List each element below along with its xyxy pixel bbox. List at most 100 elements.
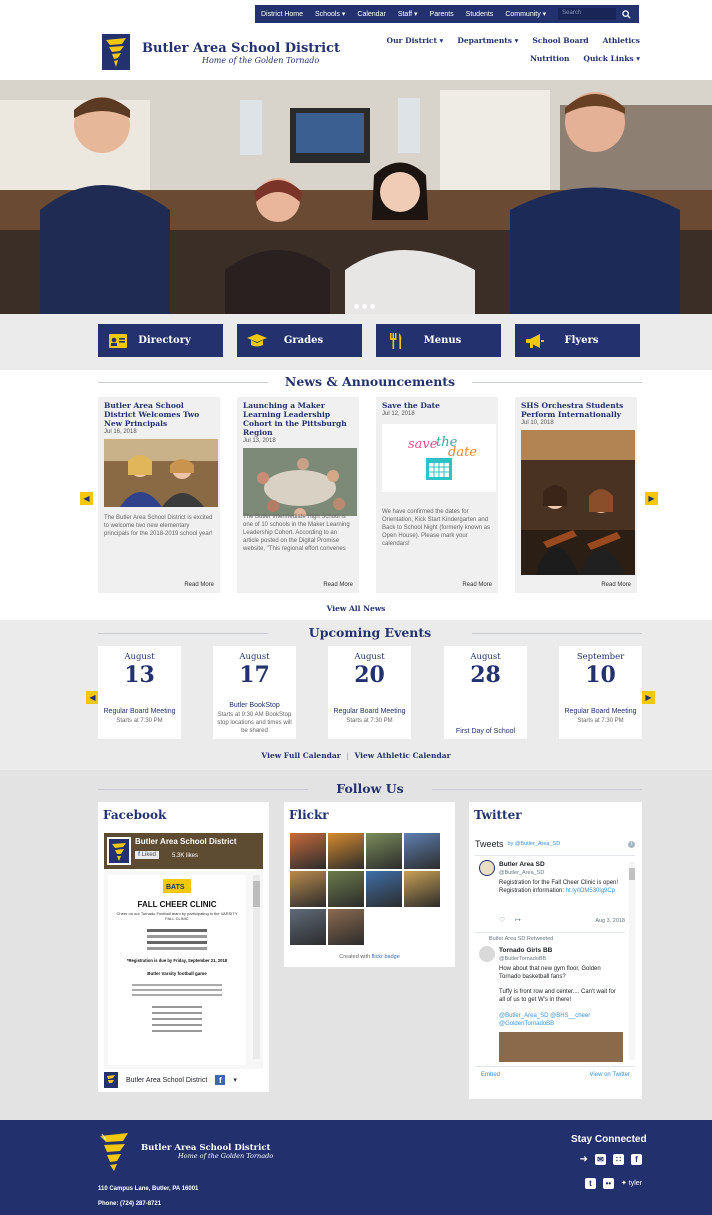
event-card[interactable]: August 17 Butler BookStop Starts at 9:30… <box>213 646 296 739</box>
facebook-scrollbar[interactable] <box>253 875 260 1059</box>
tweet-date[interactable]: Aug 3, 2018 <box>595 918 625 924</box>
footer-phone-number[interactable]: (724) 287-8721 <box>120 1201 161 1207</box>
carousel-dot-1[interactable] <box>354 304 359 309</box>
view-athletic-calendar-link[interactable]: View Athletic Calendar <box>355 751 451 760</box>
read-more-link[interactable]: Read More <box>184 582 214 588</box>
flickr-thumbnail[interactable] <box>290 833 326 869</box>
flickr-badge-link[interactable]: flickr badge <box>372 954 400 960</box>
utility-link-calendar[interactable]: Calendar <box>351 11 391 18</box>
heart-icon[interactable]: ♡ <box>499 916 505 924</box>
search-input[interactable]: Search <box>558 8 617 20</box>
utility-link-parents[interactable]: Parents <box>424 11 460 18</box>
utility-link-district-home[interactable]: District Home <box>255 11 309 18</box>
flickr-thumbnail[interactable] <box>366 871 402 907</box>
nav-quick-links[interactable]: Quick Links ▾ <box>583 54 640 63</box>
flickr-thumbnail[interactable] <box>404 871 440 907</box>
flickr-thumbnail[interactable] <box>366 833 402 869</box>
flickr-thumbnail[interactable] <box>328 833 364 869</box>
facebook-icon[interactable]: f <box>631 1154 642 1165</box>
news-next-button[interactable]: ▶ <box>645 492 658 505</box>
facebook-icon[interactable]: f <box>215 1075 226 1085</box>
twitter-scrollbar[interactable] <box>629 862 635 1060</box>
scrollbar-thumb[interactable] <box>629 868 635 880</box>
tweet[interactable]: Butler Area SD @Butler_Area_SD Registrat… <box>475 858 625 930</box>
news-title[interactable]: SHS Orchestra Students Perform Internati… <box>515 397 637 419</box>
view-full-calendar-link[interactable]: View Full Calendar <box>261 751 340 760</box>
tweet[interactable]: Butler Area SD Retweeted Tornado Girls B… <box>475 936 625 1066</box>
sign-in-icon[interactable]: ➜ <box>580 1154 588 1165</box>
read-more-link[interactable]: Read More <box>462 582 492 588</box>
share-icon[interactable]: ↦ <box>515 916 521 924</box>
menus-button[interactable]: Menus <box>376 324 501 357</box>
news-card[interactable]: Butler Area School District Welcomes Two… <box>98 397 220 593</box>
news-title[interactable]: Butler Area School District Welcomes Two… <box>98 397 220 428</box>
utility-link-schools[interactable]: Schools ▾ <box>309 10 351 18</box>
flyers-button[interactable]: Flyers <box>515 324 640 357</box>
tweet-author[interactable]: Butler Area SD <box>499 861 545 868</box>
tyler-brand-link[interactable]: ✦ tyler <box>621 1178 642 1189</box>
read-more-link[interactable]: Read More <box>323 582 353 588</box>
flickr-thumbnail[interactable] <box>328 909 364 945</box>
facebook-post[interactable]: BATS FALL CHEER CLINIC Cheer on our Torn… <box>104 871 263 1069</box>
twitter-icon[interactable]: t <box>584 1178 596 1189</box>
event-card[interactable]: August 28 First Day of School <box>444 646 527 739</box>
directory-button[interactable]: Directory <box>98 324 223 357</box>
twitter-by-handle[interactable]: by @Butler_Area_SD <box>508 841 561 847</box>
nav-athletics[interactable]: Athletics <box>603 36 640 45</box>
utility-link-staff[interactable]: Staff ▾ <box>392 10 424 18</box>
utility-link-students[interactable]: Students <box>460 11 500 18</box>
news-title[interactable]: Launching a Maker Learning Leadership Co… <box>237 397 359 437</box>
email-icon[interactable]: ✉ <box>595 1154 606 1165</box>
facebook-page-header[interactable]: Butler Area School District f Liked 5.3K… <box>104 833 263 869</box>
facebook-footer-name[interactable]: Butler Area School District <box>126 1077 207 1084</box>
flickr-icon[interactable]: •• <box>602 1178 614 1189</box>
event-title[interactable]: Regular Board Meeting <box>559 706 642 717</box>
tornado-logo-icon[interactable] <box>98 1130 132 1172</box>
event-title[interactable]: Regular Board Meeting <box>98 706 181 717</box>
nav-nutrition[interactable]: Nutrition <box>530 54 569 63</box>
news-card[interactable]: SHS Orchestra Students Perform Internati… <box>515 397 637 593</box>
tweet-mentions[interactable]: @Butler_Area_SD @BHS__cheer @GoldenTorna… <box>499 1012 623 1028</box>
tornado-logo-icon[interactable] <box>100 32 132 72</box>
facebook-like-button[interactable]: f Liked <box>135 851 160 859</box>
event-title[interactable]: Butler BookStop <box>213 700 296 711</box>
event-card[interactable]: September 10 Regular Board Meeting Start… <box>559 646 642 739</box>
info-icon[interactable]: i <box>628 840 635 848</box>
news-prev-button[interactable]: ◀ <box>80 492 93 505</box>
nav-departments[interactable]: Departments ▾ <box>457 36 518 45</box>
utility-link-community[interactable]: Community ▾ <box>499 10 552 18</box>
twitter-embed-link[interactable]: Embed <box>481 1072 500 1078</box>
news-card[interactable]: Launching a Maker Learning Leadership Co… <box>237 397 359 593</box>
flickr-thumbnail[interactable] <box>328 871 364 907</box>
facebook-page-name[interactable]: Butler Area School District <box>135 837 237 846</box>
flickr-thumbnail[interactable] <box>404 833 440 869</box>
news-card[interactable]: Save the Date Jul 12, 2018 save the date W… <box>376 397 498 593</box>
nav-school-board[interactable]: School Board <box>532 36 588 45</box>
events-next-button[interactable]: ▶ <box>642 691 655 704</box>
event-card[interactable]: August 13 Regular Board Meeting Starts a… <box>98 646 181 739</box>
scrollbar-thumb[interactable] <box>253 881 260 907</box>
sitemap-icon[interactable]: ∷ <box>613 1154 624 1165</box>
tweet-author[interactable]: Tornado Girls BB <box>499 947 552 954</box>
nav-our-district[interactable]: Our District ▾ <box>387 36 444 45</box>
avatar[interactable] <box>479 860 495 876</box>
search-button[interactable] <box>616 5 636 23</box>
tweet-image[interactable] <box>499 1032 623 1062</box>
tweet-link[interactable]: ht.ly/lOM530lg9Cp <box>566 888 615 894</box>
carousel-dot-3[interactable] <box>370 304 375 309</box>
chevron-down-icon[interactable]: ▾ <box>233 1076 237 1084</box>
news-title[interactable]: Save the Date <box>376 397 498 410</box>
hero-carousel[interactable] <box>0 80 712 314</box>
grades-button[interactable]: Grades <box>237 324 362 357</box>
flickr-thumbnail[interactable] <box>290 909 326 945</box>
view-on-twitter-link[interactable]: View on Twitter <box>590 1072 630 1078</box>
view-all-news-link[interactable]: View All News <box>0 604 712 613</box>
read-more-link[interactable]: Read More <box>601 582 631 588</box>
event-title[interactable]: Regular Board Meeting <box>328 706 411 717</box>
site-title[interactable]: Butler Area School District <box>142 41 340 56</box>
avatar[interactable] <box>479 946 495 962</box>
event-card[interactable]: August 20 Regular Board Meeting Starts a… <box>328 646 411 739</box>
event-title[interactable]: First Day of School <box>444 726 527 737</box>
flickr-thumbnail[interactable] <box>290 871 326 907</box>
carousel-dot-2[interactable] <box>362 304 367 309</box>
